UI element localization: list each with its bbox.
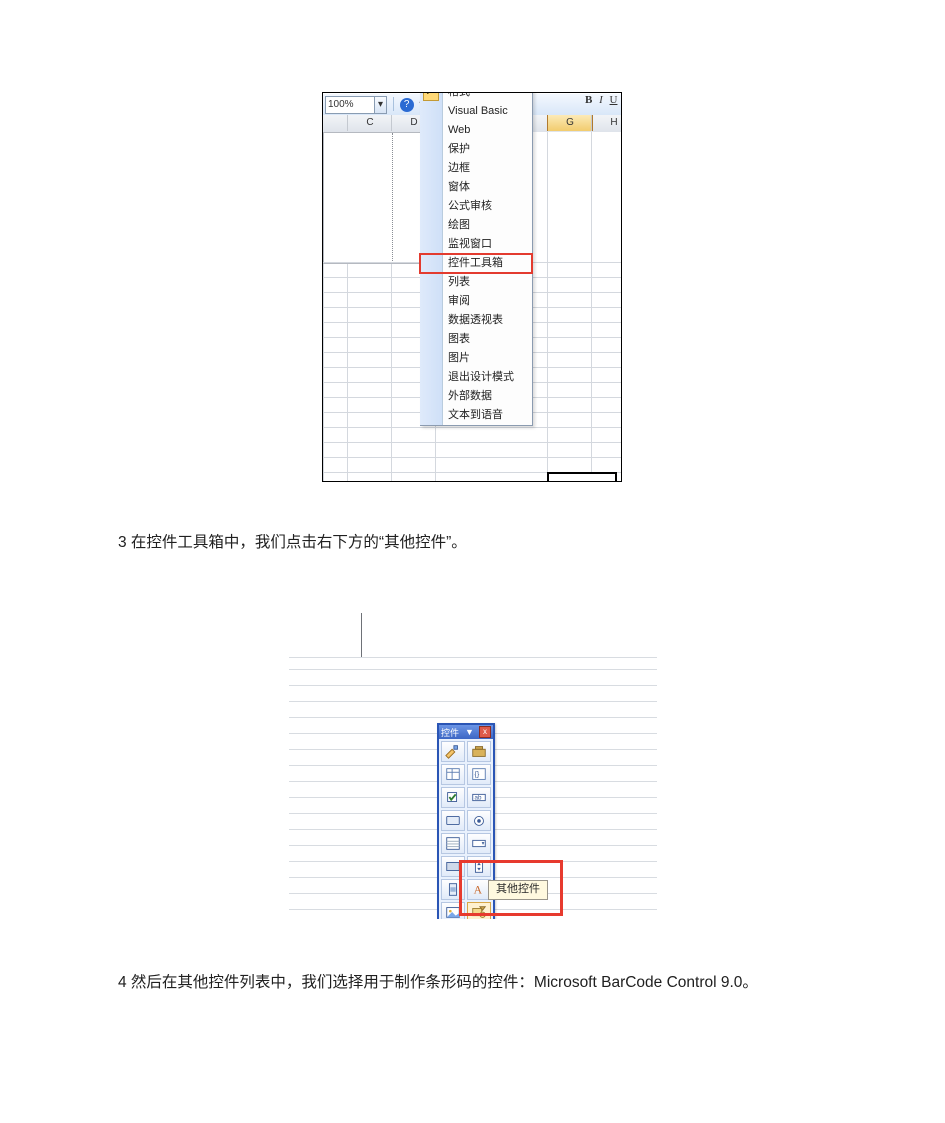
menu-item[interactable]: 窗体: [420, 178, 532, 197]
svg-text:{}: {}: [475, 771, 480, 779]
gridline-vertical: [361, 613, 362, 657]
figure-crop: 100% ▾ ? ▾ 宋体 B I U: [322, 92, 622, 482]
menu-item[interactable]: 公式审核: [420, 197, 532, 216]
active-cell[interactable]: [547, 472, 617, 482]
checkbox-icon[interactable]: [441, 787, 465, 808]
menu-item[interactable]: 保护: [420, 140, 532, 159]
italic-button[interactable]: I: [599, 94, 603, 106]
tooltip-other-controls: 其他控件: [488, 880, 548, 900]
toolbox-title: 控件: [441, 726, 459, 739]
toolbar-context-menu: 常用格式Visual BasicWeb保护边框窗体公式审核绘图监视窗口控件工具箱…: [420, 92, 533, 426]
menu-item[interactable]: Visual Basic: [420, 102, 532, 121]
menu-item[interactable]: 文本到语音: [420, 406, 532, 425]
menu-item[interactable]: 边框: [420, 159, 532, 178]
close-icon[interactable]: x: [479, 726, 491, 738]
listbox-icon[interactable]: [441, 833, 465, 854]
step-4-text: 4 然后在其他控件列表中，我们选择用于制作条形码的控件：Microsoft Ba…: [118, 964, 828, 1001]
figure-control-toolbox: 控件 ▼ x {}abA 其他控件: [289, 613, 657, 919]
design-mode-icon[interactable]: [441, 741, 465, 762]
menu-item[interactable]: 列表: [420, 273, 532, 292]
menu-item[interactable]: 控件工具箱: [420, 254, 532, 273]
zoom-dropdown-icon[interactable]: ▾: [375, 96, 387, 114]
toolbox-titlebar[interactable]: 控件 ▼ x: [439, 725, 493, 739]
menu-item[interactable]: 监视窗口: [420, 235, 532, 254]
command-button-icon[interactable]: [441, 810, 465, 831]
toolbox-icon[interactable]: [467, 741, 491, 762]
menu-item[interactable]: 图片: [420, 349, 532, 368]
underline-button[interactable]: U: [610, 94, 618, 106]
format-toolbar: B I U ≡: [581, 93, 622, 117]
toolbox-dropdown-icon[interactable]: ▼: [465, 727, 473, 737]
menu-item[interactable]: 审阅: [420, 292, 532, 311]
help-icon[interactable]: ?: [400, 98, 414, 112]
column-header-g[interactable]: G: [547, 115, 593, 131]
menu-item[interactable]: 图表: [420, 330, 532, 349]
combobox-icon[interactable]: [467, 833, 491, 854]
menu-item[interactable]: Web: [420, 121, 532, 140]
menu-item[interactable]: 格式: [420, 92, 532, 102]
zoom-combo[interactable]: 100%: [325, 96, 375, 114]
textbox-icon[interactable]: ab: [467, 787, 491, 808]
option-button-icon[interactable]: [467, 810, 491, 831]
properties-icon[interactable]: [441, 764, 465, 785]
zoom-value: 100%: [328, 99, 354, 110]
menu-item[interactable]: 退出设计模式: [420, 368, 532, 387]
worksheet-area[interactable]: 控件 ▼ x {}abA 其他控件: [289, 613, 657, 919]
menu-item[interactable]: 绘图: [420, 216, 532, 235]
figure-excel-context-menu: 100% ▾ ? ▾ 宋体 B I U: [322, 92, 622, 482]
svg-text:ab: ab: [475, 795, 482, 802]
step-3-text: 3 在控件工具箱中，我们点击右下方的“其他控件”。: [118, 524, 828, 561]
bold-button[interactable]: B: [585, 94, 592, 106]
menu-item[interactable]: 外部数据: [420, 387, 532, 406]
column-header-c[interactable]: C: [347, 115, 392, 131]
menu-item[interactable]: 数据透视表: [420, 311, 532, 330]
split-guide: [392, 133, 393, 263]
excel-window: 100% ▾ ? ▾ 宋体 B I U: [322, 92, 622, 482]
view-code-icon[interactable]: {}: [467, 764, 491, 785]
column-header-h[interactable]: H: [591, 115, 622, 131]
